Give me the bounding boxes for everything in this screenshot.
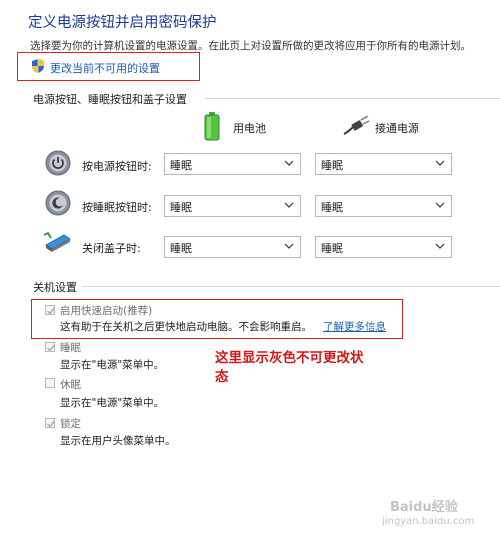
plug-icon — [343, 116, 370, 135]
chevron-down-icon — [435, 243, 445, 249]
laptop-lid-icon — [43, 231, 71, 252]
fast-startup-checkbox[interactable] — [45, 305, 56, 315]
select-sleep-button-battery[interactable]: 睡眠 — [164, 195, 301, 217]
shutdown-section-title: 关机设置 — [33, 281, 77, 294]
select-sleep-button-plugged[interactable]: 睡眠 — [315, 195, 452, 217]
chevron-down-icon — [435, 202, 445, 208]
watermark-url: jingyan.baidu.com — [382, 516, 475, 527]
lock-description: 显示在用户头像菜单中。 — [60, 435, 176, 447]
row-label-power-button: 按电源按钮时: — [82, 160, 152, 173]
select-value: 睡眠 — [170, 242, 192, 255]
annotation-line-2: 态 — [215, 369, 229, 385]
lock-checkbox[interactable] — [45, 418, 56, 428]
select-value: 睡眠 — [321, 201, 343, 214]
annotation-line-1: 这里显示灰色不可更改状 — [215, 350, 364, 366]
lock-label: 锁定 — [60, 418, 81, 430]
row-label-sleep-button: 按睡眠按钮时: — [82, 201, 152, 214]
section-divider — [82, 286, 500, 287]
row-label-close-lid: 关闭盖子时: — [82, 242, 141, 255]
annotation-text: 这里显示灰色不可更改状 态 — [215, 349, 364, 387]
learn-more-link[interactable]: 了解更多信息 — [323, 319, 386, 334]
hibernate-label: 休眠 — [60, 379, 81, 391]
page-description: 选择要为你的计算机设置的电源设置。在此页上对设置所做的更改将应用于你所有的电源计… — [30, 40, 471, 52]
select-power-button-plugged[interactable]: 睡眠 — [315, 153, 452, 175]
chevron-down-icon — [284, 202, 294, 208]
select-close-lid-plugged[interactable]: 睡眠 — [315, 236, 452, 258]
hibernate-checkbox[interactable] — [45, 378, 55, 388]
uac-shield-icon — [32, 59, 44, 73]
chevron-down-icon — [284, 243, 294, 249]
chevron-down-icon — [435, 160, 445, 166]
select-power-button-battery[interactable]: 睡眠 — [164, 153, 301, 175]
power-buttons-section-title: 电源按钮、睡眠按钮和盖子设置 — [33, 93, 187, 106]
select-value: 睡眠 — [321, 242, 343, 255]
section-divider — [205, 98, 500, 99]
column-header-battery: 用电池 — [233, 122, 266, 135]
chevron-down-icon — [284, 160, 294, 166]
column-header-plugged-in: 接通电源 — [375, 122, 419, 135]
fast-startup-label: 启用快速启动(推荐) — [60, 305, 153, 317]
change-unavailable-settings-link[interactable]: 更改当前不可用的设置 — [50, 60, 160, 76]
select-close-lid-battery[interactable]: 睡眠 — [164, 236, 301, 258]
fast-startup-description: 这有助于在关机之后更快地启动电脑。不会影响重启。 — [60, 321, 312, 333]
sleep-label: 睡眠 — [60, 342, 81, 354]
page-title: 定义电源按钮并启用密码保护 — [28, 15, 217, 31]
power-button-icon — [45, 150, 71, 176]
watermark-brand: Baidu经验 — [390, 500, 458, 515]
battery-icon — [204, 112, 220, 141]
sleep-checkbox[interactable] — [45, 342, 56, 352]
select-value: 睡眠 — [170, 201, 192, 214]
sleep-button-icon — [45, 190, 71, 216]
hibernate-description: 显示在"电源"菜单中。 — [60, 397, 165, 409]
select-value: 睡眠 — [321, 159, 343, 172]
select-value: 睡眠 — [170, 159, 192, 172]
sleep-description: 显示在"电源"菜单中。 — [60, 359, 165, 371]
